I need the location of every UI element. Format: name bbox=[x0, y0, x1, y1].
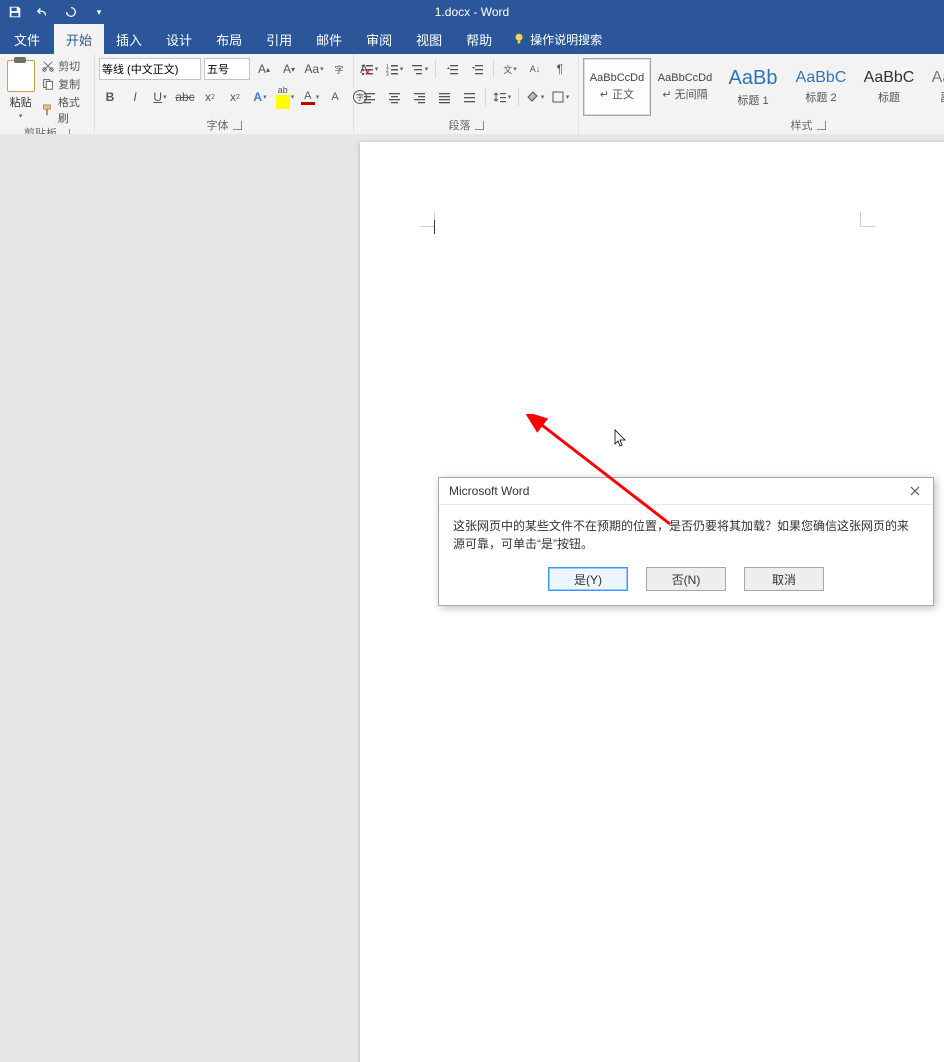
style-heading2[interactable]: AaBbC标题 2 bbox=[787, 58, 855, 116]
tab-references[interactable]: 引用 bbox=[254, 24, 304, 54]
shrink-font-button[interactable]: A▾ bbox=[278, 58, 300, 80]
increase-indent-button[interactable] bbox=[466, 58, 488, 80]
redo-button[interactable] bbox=[62, 3, 80, 21]
style-subtitle[interactable]: AaBbC副标题 bbox=[923, 58, 944, 116]
dialog-launcher-icon[interactable] bbox=[233, 121, 242, 130]
dialog-message: 这张网页中的某些文件不在预期的位置，是否仍要将其加载？如果您确信这张网页的来源可… bbox=[439, 505, 933, 561]
tab-help[interactable]: 帮助 bbox=[454, 24, 504, 54]
underline-button[interactable]: U▾ bbox=[149, 86, 171, 108]
clipboard-icon bbox=[7, 60, 35, 92]
window-title: 1.docx - Word bbox=[435, 5, 509, 19]
dialog-confirm: Microsoft Word 这张网页中的某些文件不在预期的位置，是否仍要将其加… bbox=[438, 477, 934, 606]
grow-font-button[interactable]: A▴ bbox=[253, 58, 275, 80]
document-area[interactable]: Microsoft Word 这张网页中的某些文件不在预期的位置，是否仍要将其加… bbox=[0, 134, 944, 531]
text-cursor bbox=[434, 220, 435, 234]
ribbon: 粘贴 ▾ 剪切 复制 格式刷 剪贴板 bbox=[0, 54, 944, 135]
tab-design[interactable]: 设计 bbox=[154, 24, 204, 54]
align-right-button[interactable] bbox=[408, 86, 430, 108]
distributed-button[interactable] bbox=[458, 86, 480, 108]
tab-file[interactable]: 文件 bbox=[0, 24, 54, 54]
justify-button[interactable] bbox=[433, 86, 455, 108]
asian-layout-button[interactable]: 文▾ bbox=[499, 58, 521, 80]
format-painter-label: 格式刷 bbox=[58, 94, 90, 126]
sort-button[interactable]: A↓ bbox=[524, 58, 546, 80]
borders-button[interactable]: ▾ bbox=[549, 86, 571, 108]
italic-button[interactable]: I bbox=[124, 86, 146, 108]
numbering-button[interactable]: 123▾ bbox=[383, 58, 405, 80]
copy-label: 复制 bbox=[58, 76, 80, 92]
group-paragraph: ▾ 123▾ ▾ 文▾ A↓ ¶ bbox=[354, 54, 579, 134]
style-gallery[interactable]: AaBbCcDd↵ 正文 AaBbCcDd↵ 无间隔 AaBb标题 1 AaBb… bbox=[583, 56, 944, 118]
style-title[interactable]: AaBbC标题 bbox=[855, 58, 923, 116]
dialog-launcher-icon[interactable] bbox=[475, 121, 484, 130]
dialog-titlebar: Microsoft Word bbox=[439, 478, 933, 505]
group-font-label: 字体 bbox=[207, 117, 229, 133]
qat-customize[interactable]: ▾ bbox=[90, 3, 108, 21]
group-paragraph-label: 段落 bbox=[449, 117, 471, 133]
style-heading1[interactable]: AaBb标题 1 bbox=[719, 58, 787, 116]
dialog-no-button[interactable]: 否(N) bbox=[646, 567, 726, 591]
cut-button[interactable]: 剪切 bbox=[41, 58, 90, 74]
tab-insert[interactable]: 插入 bbox=[104, 24, 154, 54]
superscript-button[interactable]: x2 bbox=[224, 86, 246, 108]
margin-marker-icon bbox=[420, 212, 435, 227]
phonetic-guide-button[interactable]: 字 bbox=[328, 58, 350, 80]
highlight-button[interactable]: ab▾ bbox=[274, 86, 296, 108]
change-case-button[interactable]: Aa▾ bbox=[303, 58, 325, 80]
tell-me-label: 操作说明搜索 bbox=[530, 31, 602, 48]
tab-home[interactable]: 开始 bbox=[54, 24, 104, 54]
align-left-button[interactable] bbox=[358, 86, 380, 108]
text-effects-button[interactable]: A▾ bbox=[249, 86, 271, 108]
bold-button[interactable]: B bbox=[99, 86, 121, 108]
tell-me[interactable]: 操作说明搜索 bbox=[504, 24, 610, 54]
group-font: A▴ A▾ Aa▾ 字 A✕ B I U▾ abc x2 x2 A▾ ab▾ A… bbox=[95, 54, 354, 134]
decrease-indent-button[interactable] bbox=[441, 58, 463, 80]
paste-button[interactable]: 粘贴 ▾ bbox=[4, 56, 37, 120]
dialog-title: Microsoft Word bbox=[449, 484, 529, 498]
character-shading-button[interactable]: A bbox=[324, 86, 346, 108]
paste-label: 粘贴 bbox=[10, 94, 32, 110]
tab-mailings[interactable]: 邮件 bbox=[304, 24, 354, 54]
dialog-close-button[interactable] bbox=[903, 481, 927, 501]
group-styles-label: 样式 bbox=[791, 117, 813, 133]
tab-layout[interactable]: 布局 bbox=[204, 24, 254, 54]
font-family-combo[interactable] bbox=[99, 58, 201, 80]
cut-label: 剪切 bbox=[58, 58, 80, 74]
show-hide-button[interactable]: ¶ bbox=[549, 58, 571, 80]
margin-marker-icon bbox=[860, 212, 875, 227]
title-bar: ▾ 1.docx - Word bbox=[0, 0, 944, 24]
svg-text:3: 3 bbox=[386, 72, 389, 76]
dialog-buttons: 是(Y) 否(N) 取消 bbox=[439, 561, 933, 605]
group-clipboard: 粘贴 ▾ 剪切 复制 格式刷 剪贴板 bbox=[0, 54, 95, 134]
format-painter-button[interactable]: 格式刷 bbox=[41, 94, 90, 126]
line-spacing-button[interactable]: ▾ bbox=[491, 86, 513, 108]
undo-button[interactable] bbox=[34, 3, 52, 21]
shading-button[interactable]: ▾ bbox=[524, 86, 546, 108]
align-center-button[interactable] bbox=[383, 86, 405, 108]
subscript-button[interactable]: x2 bbox=[199, 86, 221, 108]
font-color-button[interactable]: A▾ bbox=[299, 86, 321, 108]
font-size-combo[interactable] bbox=[204, 58, 250, 80]
quick-access-toolbar: ▾ bbox=[0, 3, 114, 21]
style-normal[interactable]: AaBbCcDd↵ 正文 bbox=[583, 58, 651, 116]
copy-button[interactable]: 复制 bbox=[41, 76, 90, 92]
tab-review[interactable]: 审阅 bbox=[354, 24, 404, 54]
save-button[interactable] bbox=[6, 3, 24, 21]
group-styles: AaBbCcDd↵ 正文 AaBbCcDd↵ 无间隔 AaBb标题 1 AaBb… bbox=[579, 54, 944, 134]
dialog-cancel-button[interactable]: 取消 bbox=[744, 567, 824, 591]
dialog-yes-button[interactable]: 是(Y) bbox=[548, 567, 628, 591]
mouse-cursor-icon bbox=[614, 429, 628, 447]
dialog-launcher-icon[interactable] bbox=[817, 121, 826, 130]
tab-view[interactable]: 视图 bbox=[404, 24, 454, 54]
strikethrough-button[interactable]: abc bbox=[174, 86, 196, 108]
style-no-spacing[interactable]: AaBbCcDd↵ 无间隔 bbox=[651, 58, 719, 116]
multilevel-list-button[interactable]: ▾ bbox=[408, 58, 430, 80]
ribbon-tabs: 文件 开始 插入 设计 布局 引用 邮件 审阅 视图 帮助 操作说明搜索 bbox=[0, 24, 944, 54]
